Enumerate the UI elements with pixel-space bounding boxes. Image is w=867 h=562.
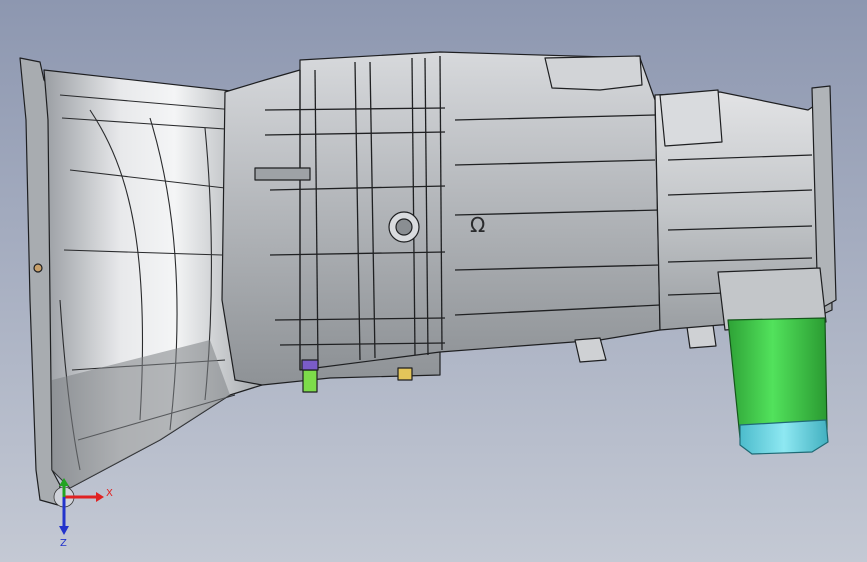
cad-viewport[interactable]: Ω X Z (0, 0, 867, 562)
top-boss[interactable] (544, 55, 643, 91)
bore-inner (395, 218, 413, 236)
bolt-yellow (397, 367, 413, 381)
bolt-purple (301, 359, 319, 371)
flange-bolt (33, 263, 43, 273)
x-axis-label: X (106, 488, 113, 499)
case-logo: Ω (470, 213, 485, 237)
motor-end-cap[interactable] (739, 419, 829, 455)
bottom-lug-1 (574, 337, 607, 363)
motor-body[interactable] (727, 317, 828, 439)
z-axis-label: Z (60, 538, 67, 549)
tail-top-box[interactable] (659, 89, 723, 147)
bolt-green (302, 369, 318, 393)
viewport-scene[interactable]: Ω X Z (0, 0, 867, 562)
shift-slot (254, 167, 311, 181)
